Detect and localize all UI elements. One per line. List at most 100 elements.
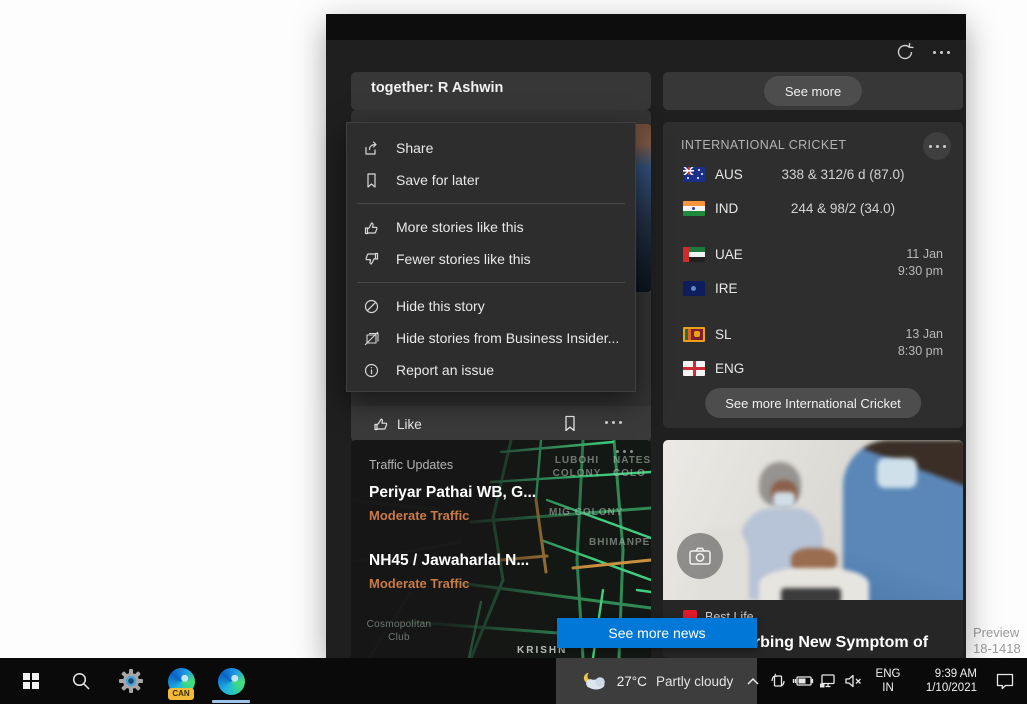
- traffic-road: Periyar Pathai WB, G...: [369, 484, 536, 502]
- menu-item-share[interactable]: Share: [347, 132, 635, 164]
- menu-item-label: Hide this story: [396, 298, 485, 314]
- menu-item-report-issue[interactable]: Report an issue: [347, 354, 635, 386]
- match-date: 11 Jan: [898, 246, 943, 263]
- map-label: NATES COLO: [613, 454, 651, 480]
- traffic-more-icon[interactable]: [614, 450, 635, 453]
- menu-item-label: More stories like this: [396, 219, 524, 235]
- panel-more-icon[interactable]: [928, 44, 954, 60]
- menu-item-fewer-stories[interactable]: Fewer stories like this: [347, 243, 635, 275]
- see-more-button[interactable]: See more: [764, 76, 862, 106]
- settings-button[interactable]: [106, 658, 156, 704]
- team-code: UAE: [715, 247, 743, 262]
- action-center-button[interactable]: [983, 658, 1027, 704]
- thumbs-down-icon: [363, 251, 380, 268]
- menu-separator: [357, 282, 625, 283]
- thumbs-up-icon: [373, 416, 389, 432]
- see-more-cricket-button[interactable]: See more International Cricket: [705, 388, 921, 418]
- language-primary: ENG: [865, 667, 911, 681]
- team-code: SL: [715, 327, 732, 342]
- flag-sl: [683, 327, 705, 342]
- traffic-source-label: Traffic Updates: [369, 458, 453, 472]
- menu-item-hide-source[interactable]: Hide stories from Business Insider...: [347, 322, 635, 354]
- search-icon: [71, 671, 91, 691]
- match-time: 9:30 pm: [898, 263, 943, 280]
- cricket-card: INTERNATIONAL CRICKET AUS 338 & 312/6 d …: [663, 122, 963, 428]
- see-more-news-button[interactable]: See more news: [557, 618, 757, 648]
- language-secondary: IN: [865, 681, 911, 695]
- see-more-card: See more: [663, 72, 963, 110]
- like-button[interactable]: Like: [373, 416, 422, 432]
- traffic-status: Moderate Traffic: [369, 576, 469, 591]
- traffic-status: Moderate Traffic: [369, 508, 469, 523]
- cricket-row-ind[interactable]: IND 244 & 98/2 (34.0): [683, 198, 943, 218]
- weather-widget[interactable]: 27°C Partly cloudy: [556, 658, 757, 704]
- menu-item-more-stories[interactable]: More stories like this: [347, 211, 635, 243]
- map-label: BHIMANPE: [589, 536, 651, 549]
- menu-item-label: Save for later: [396, 172, 479, 188]
- flag-ire: [683, 281, 705, 296]
- story-card-top[interactable]: together: R Ashwin: [351, 72, 651, 110]
- insider-preview-watermark: Preview 18-1418: [973, 625, 1021, 657]
- show-hidden-icons-chevron[interactable]: [740, 658, 765, 704]
- ellipsis-icon: [927, 145, 948, 148]
- flag-eng: [683, 361, 705, 376]
- flag-uae: [683, 247, 705, 262]
- gear-icon: [118, 668, 144, 694]
- menu-item-label: Fewer stories like this: [396, 251, 531, 267]
- menu-item-save-for-later[interactable]: Save for later: [347, 164, 635, 196]
- active-app-indicator: [212, 700, 250, 703]
- edge-button[interactable]: [206, 658, 256, 704]
- news-feed-panel: together: R Ashwin See more Like Sha: [326, 14, 966, 658]
- flag-ind: [683, 201, 705, 216]
- info-icon: [363, 362, 380, 379]
- weather-temp: 27°C: [617, 674, 647, 689]
- map-label: MIG COLONY: [549, 506, 651, 519]
- weather-condition: Partly cloudy: [656, 674, 733, 689]
- canary-badge: CAN: [168, 688, 194, 700]
- rotation-lock-icon[interactable]: [765, 658, 790, 704]
- edge-canary-button[interactable]: CAN: [156, 658, 206, 704]
- bookmark-icon[interactable]: [563, 415, 577, 433]
- story-more-icon[interactable]: [603, 421, 624, 424]
- cricket-more-button[interactable]: [923, 132, 951, 160]
- team-code: AUS: [715, 167, 743, 182]
- cricket-row-eng[interactable]: ENG: [683, 358, 943, 378]
- bookmark-icon: [363, 172, 380, 189]
- match-time: 8:30 pm: [898, 343, 943, 360]
- start-button[interactable]: [6, 658, 56, 704]
- share-icon: [363, 140, 380, 157]
- taskbar: CAN 27°C Partly cloudy: [0, 658, 1027, 704]
- flag-aus: [683, 167, 705, 182]
- camera-icon: [677, 533, 723, 579]
- volume-muted-icon[interactable]: [840, 658, 865, 704]
- hide-source-icon: [363, 330, 380, 347]
- system-tray: ENG IN 9:39 AM 1/10/2021: [740, 658, 1027, 704]
- battery-charging-icon[interactable]: [790, 658, 815, 704]
- cricket-card-title: INTERNATIONAL CRICKET: [681, 138, 846, 152]
- taskbar-clock[interactable]: 9:39 AM 1/10/2021: [911, 667, 983, 695]
- windows-logo-icon: [23, 673, 40, 690]
- clock-time: 9:39 AM: [911, 667, 977, 681]
- story-action-bar: Like: [351, 406, 651, 442]
- traffic-road: NH45 / Jawaharlal N...: [369, 552, 529, 570]
- network-icon[interactable]: [815, 658, 840, 704]
- language-indicator[interactable]: ENG IN: [865, 667, 911, 695]
- action-center-icon: [995, 672, 1015, 690]
- ellipsis-icon: [931, 51, 952, 54]
- edge-icon: [218, 668, 245, 695]
- match-schedule: 11 Jan 9:30 pm: [898, 246, 943, 280]
- cricket-row-ire[interactable]: IRE: [683, 278, 943, 298]
- team-score: 244 & 98/2 (34.0): [763, 201, 923, 216]
- cricket-row-aus[interactable]: AUS 338 & 312/6 d (87.0): [683, 164, 943, 184]
- search-button[interactable]: [56, 658, 106, 704]
- team-code: IRE: [715, 281, 738, 296]
- team-code: ENG: [715, 361, 744, 376]
- team-code: IND: [715, 201, 738, 216]
- menu-item-hide-story[interactable]: Hide this story: [347, 290, 635, 322]
- partly-cloudy-night-icon: [580, 671, 608, 691]
- block-icon: [363, 298, 380, 315]
- team-score: 338 & 312/6 d (87.0): [763, 167, 923, 182]
- refresh-icon[interactable]: [894, 41, 916, 63]
- story-title: together: R Ashwin: [351, 72, 651, 96]
- map-label: Cosmopolitan Club: [361, 618, 437, 644]
